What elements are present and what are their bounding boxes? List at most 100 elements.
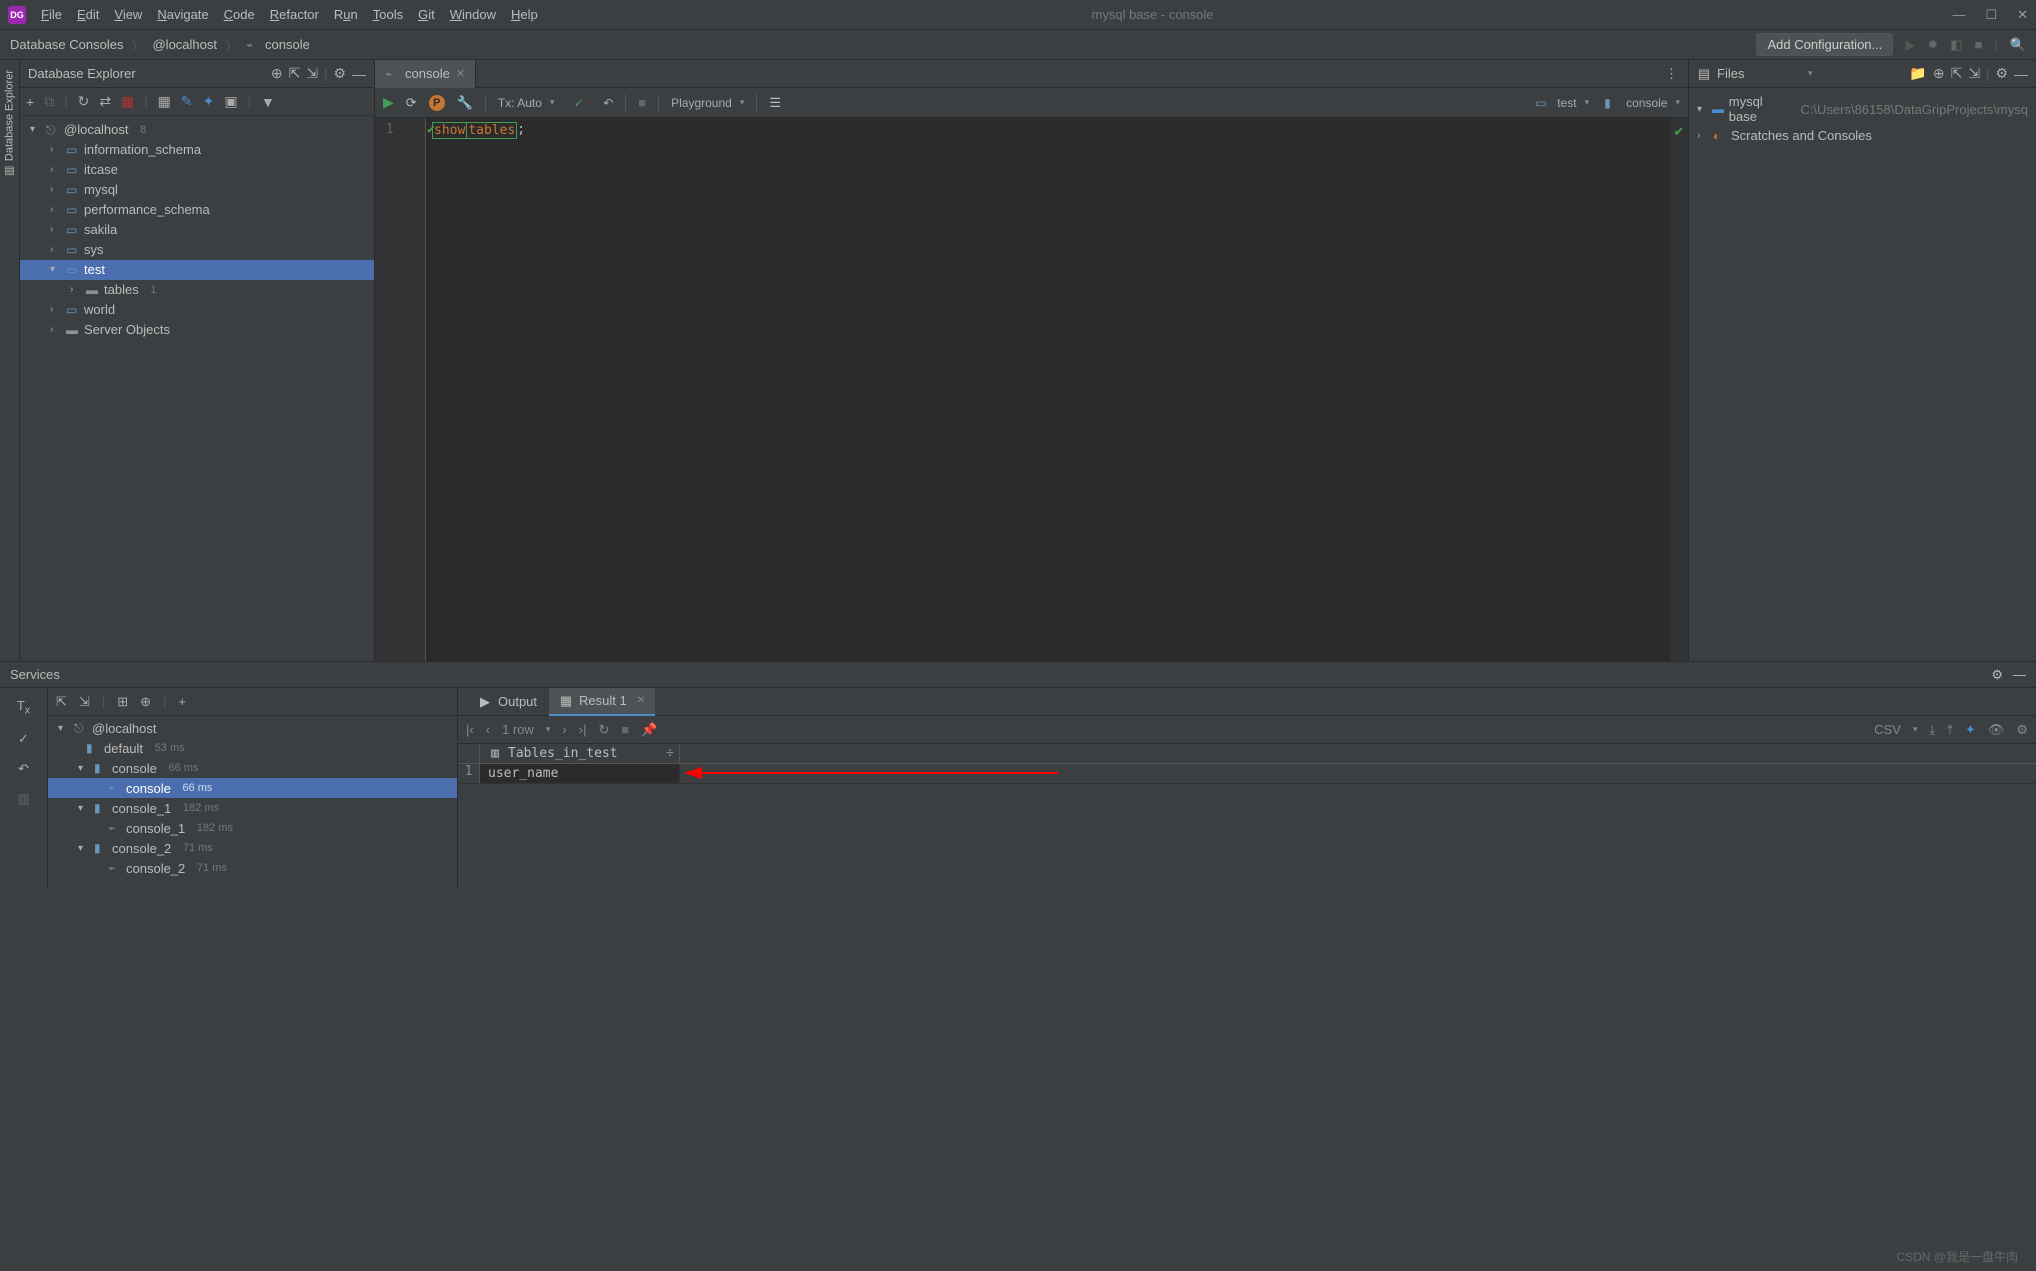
stop-icon[interactable]: ■ (621, 722, 629, 737)
filter-icon[interactable]: ▼ (261, 94, 275, 110)
run-icon[interactable]: ▶ (383, 94, 394, 111)
prev-page-icon[interactable]: ‹ (486, 722, 490, 737)
ddl-icon[interactable]: ▣ (224, 93, 237, 110)
wrench-icon[interactable]: 🔧 (457, 95, 473, 111)
view-icon[interactable]: 👁 (1988, 722, 2005, 738)
result-tab[interactable]: ▦Result 1✕ (549, 688, 655, 716)
rows-label[interactable]: 1 row (502, 722, 534, 737)
settings-icon[interactable]: ⚙ (1991, 667, 2003, 683)
datasource-label[interactable]: @localhost (64, 120, 129, 140)
upload-icon[interactable]: ⤒ (1947, 722, 1953, 738)
run-icon[interactable]: ▶ (1905, 37, 1915, 53)
close-tab-icon[interactable]: ✕ (456, 67, 465, 80)
more-icon[interactable]: ⋮ (1665, 66, 1688, 82)
scratches-node[interactable]: ›◐ Scratches and Consoles (1689, 126, 2036, 145)
session-dropdown[interactable]: ▮console▾ (1604, 96, 1680, 110)
duplicate-icon[interactable]: ⧉ (44, 93, 54, 110)
expand-icon[interactable]: ⇱ (56, 694, 67, 710)
database-tree[interactable]: ▾⎋@localhost 8 ›▭information_schema ›▭it… (20, 116, 374, 661)
cell-value[interactable]: user_name (480, 764, 680, 783)
svc-console1[interactable]: ⌁console_1 182 ms (48, 818, 457, 838)
stop-db-icon[interactable]: ▦ (121, 93, 134, 110)
first-page-icon[interactable]: |‹ (466, 722, 474, 737)
schema-test-selected[interactable]: ▾▭test (20, 260, 374, 280)
diagram-icon[interactable]: ✦ (203, 93, 215, 110)
target-icon[interactable]: ⊕ (1933, 65, 1945, 82)
svc-session-default[interactable]: ▮default 53 ms (48, 738, 457, 758)
add-icon[interactable]: + (178, 694, 186, 709)
project-node[interactable]: ▾▬ mysql base C:\Users\86158\DataGripPro… (1689, 92, 2036, 126)
output-tab[interactable]: ▶Output (468, 688, 547, 716)
target-icon[interactable]: ⊕ (271, 65, 283, 82)
schema-label[interactable]: sys (84, 240, 104, 260)
settings-icon[interactable]: ⚙ (2016, 722, 2028, 738)
debug-icon[interactable]: ✹ (1927, 37, 1938, 53)
settings-icon[interactable]: ⚙ (333, 65, 346, 82)
menu-file[interactable]: File (41, 7, 62, 22)
schema-label[interactable]: performance_schema (84, 200, 210, 220)
collapse-icon[interactable]: ⇲ (306, 65, 318, 82)
schema-label[interactable]: sakila (84, 220, 117, 240)
schema-label[interactable]: itcase (84, 160, 118, 180)
hide-icon[interactable]: — (2013, 667, 2026, 682)
schema-label[interactable]: information_schema (84, 140, 201, 160)
expand-icon[interactable]: ⇱ (1951, 65, 1963, 82)
explain-plan-icon[interactable]: P (429, 95, 445, 111)
sync-icon[interactable]: ⇄ (99, 93, 111, 110)
collapse-icon[interactable]: ⇲ (1968, 65, 1980, 82)
hide-icon[interactable]: — (2014, 66, 2028, 82)
hide-icon[interactable]: — (352, 66, 366, 82)
svc-session-console[interactable]: ▾▮console 66 ms (48, 758, 457, 778)
search-icon[interactable]: 🔍 (2010, 37, 2026, 53)
settings-icon[interactable]: ⚙ (1995, 65, 2008, 82)
editor-tab-console[interactable]: ⌁ console ✕ (375, 60, 476, 88)
layout-icon[interactable]: ▥ (17, 791, 29, 807)
maximize-icon[interactable]: ☐ (1985, 7, 1997, 23)
server-objects[interactable]: Server Objects (84, 320, 170, 340)
tx-mode-dropdown[interactable]: Tx: Auto▾ ✓ ↶ (498, 96, 613, 110)
svc-session-console1[interactable]: ▾▮console_1 182 ms (48, 798, 457, 818)
menu-code[interactable]: Code (224, 7, 255, 22)
playground-dropdown[interactable]: Playground▾ (671, 96, 744, 110)
rollback-icon[interactable]: ↶ (18, 761, 29, 777)
add-configuration-button[interactable]: Add Configuration... (1756, 33, 1893, 56)
expand-icon[interactable]: ⇱ (289, 65, 301, 82)
editor-text[interactable]: showtables ; (425, 118, 1670, 661)
stop-icon[interactable]: ■ (1975, 37, 1983, 52)
svc-console-selected[interactable]: ⌁console 66 ms (48, 778, 457, 798)
close-tab-icon[interactable]: ✕ (637, 695, 645, 706)
menu-refactor[interactable]: Refactor (270, 7, 319, 22)
svc-host-node[interactable]: ▾⎋@localhost (48, 718, 457, 738)
menu-view[interactable]: View (114, 7, 142, 22)
refresh-icon[interactable]: ↻ (78, 93, 90, 110)
check-icon[interactable]: ✓ (18, 731, 29, 747)
add-icon[interactable]: + (26, 94, 34, 110)
group-icon[interactable]: ⊞ (117, 694, 128, 710)
tx-icon[interactable]: Tx (17, 698, 30, 717)
download-icon[interactable]: ⤓ (1929, 722, 1935, 738)
coverage-icon[interactable]: ◧ (1950, 37, 1962, 53)
menu-navigate[interactable]: Navigate (157, 7, 208, 22)
editor-body[interactable]: 1 ✔ showtables ; ✔ (375, 118, 1688, 661)
column-header[interactable]: ▥Tables_in_test÷ (480, 744, 680, 763)
pin-icon[interactable]: 📌 (641, 722, 657, 738)
schema-label[interactable]: mysql (84, 180, 118, 200)
svc-console2[interactable]: ⌁console_2 71 ms (48, 858, 457, 878)
schema-label[interactable]: world (84, 300, 115, 320)
table-icon[interactable]: ▦ (158, 93, 171, 110)
next-page-icon[interactable]: › (562, 722, 566, 737)
settings-icon[interactable]: ☰ (769, 95, 781, 111)
minimize-icon[interactable]: — (1952, 7, 1965, 23)
cancel-icon[interactable]: ■ (638, 95, 646, 110)
last-page-icon[interactable]: ›| (579, 722, 587, 737)
collapse-icon[interactable]: ⇲ (79, 694, 90, 710)
menu-edit[interactable]: Edit (77, 7, 99, 22)
schema-dropdown[interactable]: ▭test▾ (1535, 96, 1589, 110)
history-icon[interactable]: ⟳ (406, 95, 417, 111)
svc-session-console2[interactable]: ▾▮console_2 71 ms (48, 838, 457, 858)
refresh-icon[interactable]: ↻ (598, 722, 609, 738)
pivot-icon[interactable]: ✦ (1965, 722, 1976, 738)
open-folder-icon[interactable]: 📁 (1909, 65, 1926, 82)
close-icon[interactable]: ✕ (2017, 7, 2028, 23)
export-csv[interactable]: CSV (1874, 722, 1901, 737)
